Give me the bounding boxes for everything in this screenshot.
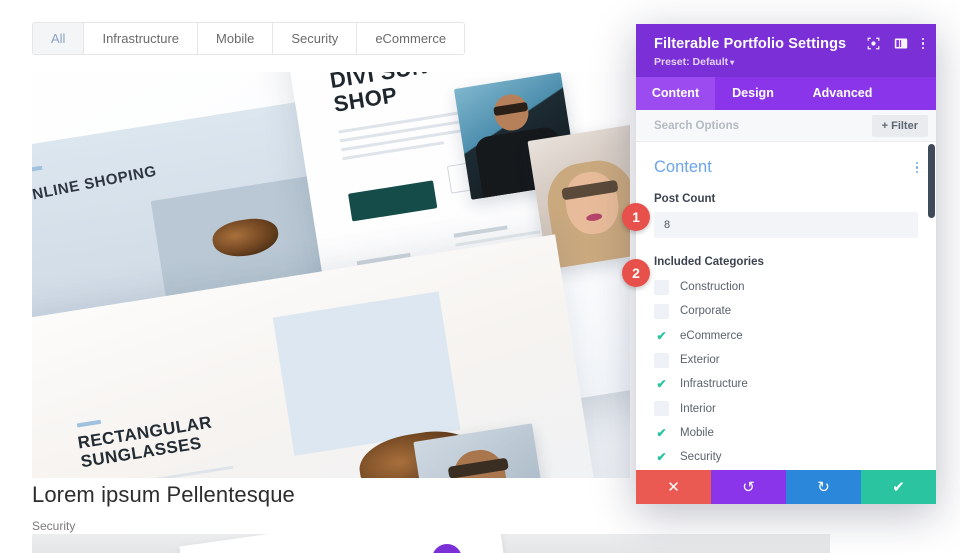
content-panel: Content Post Count Included Categories C… (636, 142, 936, 470)
search-options-row: + Filter (636, 110, 936, 142)
category-label: eCommerce (680, 329, 743, 342)
mockup-paragraph (85, 465, 237, 478)
filterable-portfolio-settings-modal: Filterable Portfolio Settings Preset: De… (636, 24, 936, 504)
post-category[interactable]: Security (32, 519, 75, 533)
post-count-label: Post Count (654, 193, 716, 205)
mockup-primary-button (348, 180, 438, 222)
checkbox-checked-icon[interactable]: ✔ (654, 425, 669, 440)
section-title: Content (654, 158, 712, 176)
category-row-interior[interactable]: Interior (654, 396, 918, 420)
checkbox-checked-icon[interactable]: ✔ (654, 377, 669, 392)
portfolio-featured-image[interactable]: ONLINE SHOPING DIVI SUNGLASSES SHOP (32, 72, 630, 478)
checkbox-unchecked-icon[interactable] (654, 303, 669, 319)
preset-selector[interactable]: Preset: Default ▾ (654, 56, 922, 68)
undo-button[interactable]: ↺ (711, 470, 786, 504)
category-checkbox-list: Construction Corporate ✔ eCommerce Exter… (654, 275, 918, 469)
callout-badge-1: 1 (622, 203, 650, 231)
filter-tab-infrastructure[interactable]: Infrastructure (84, 23, 199, 54)
category-row-exterior[interactable]: Exterior (654, 348, 918, 372)
content-section-header: Content (654, 158, 918, 177)
category-row-construction[interactable]: Construction (654, 275, 918, 299)
category-row-security[interactable]: ✔ Security (654, 445, 918, 469)
checkbox-checked-icon[interactable]: ✔ (654, 328, 669, 343)
category-label: Exterior (680, 354, 720, 367)
callout-badge-2: 2 (622, 259, 650, 287)
included-categories-field: Included Categories Construction Corpora… (654, 256, 918, 469)
target-icon[interactable] (867, 37, 880, 50)
category-label: Interior (680, 402, 716, 415)
filter-tab-mobile[interactable]: Mobile (198, 23, 274, 54)
portfolio-filter-tabs: All Infrastructure Mobile Security eComm… (32, 22, 466, 55)
cancel-button[interactable]: ✕ (636, 470, 711, 504)
checkbox-unchecked-icon[interactable] (654, 352, 669, 368)
category-label: Construction (680, 281, 745, 294)
preset-label: Preset: Default (654, 56, 729, 68)
category-row-mobile[interactable]: ✔ Mobile (654, 421, 918, 445)
tab-advanced[interactable]: Advanced (791, 77, 894, 110)
modal-tabs: Content Design Advanced (636, 77, 936, 110)
post-count-input[interactable] (654, 212, 918, 238)
filter-tab-all[interactable]: All (33, 23, 85, 54)
section-more-vertical-icon[interactable] (915, 161, 918, 174)
checkbox-unchecked-icon[interactable] (654, 401, 669, 417)
search-options-input[interactable] (654, 119, 834, 132)
modal-body: Content Post Count Included Categories C… (636, 142, 936, 470)
category-label: Security (680, 451, 722, 464)
next-portfolio-item-preview (32, 534, 830, 553)
category-row-ecommerce[interactable]: ✔ eCommerce (654, 324, 918, 348)
modal-header-icons (867, 37, 924, 50)
tab-content[interactable]: Content (636, 77, 715, 110)
included-categories-label: Included Categories (654, 256, 764, 268)
checkbox-unchecked-icon[interactable] (654, 279, 669, 295)
checkbox-checked-icon[interactable]: ✔ (654, 450, 669, 465)
category-row-infrastructure[interactable]: ✔ Infrastructure (654, 372, 918, 396)
mockup-kicker (76, 419, 102, 428)
post-count-field: Post Count (654, 193, 918, 238)
category-label: Infrastructure (680, 378, 748, 391)
category-label: Mobile (680, 426, 714, 439)
chevron-down-icon: ▾ (730, 58, 735, 67)
redo-button[interactable]: ↻ (786, 470, 861, 504)
layout-panel-icon[interactable] (894, 37, 908, 50)
tab-design[interactable]: Design (715, 77, 791, 110)
more-vertical-icon[interactable] (921, 37, 924, 50)
modal-scrollbar-thumb[interactable] (928, 144, 935, 218)
filter-tab-security[interactable]: Security (273, 23, 358, 54)
modal-footer: ✕ ↺ ↻ ✔ (636, 470, 936, 504)
post-title[interactable]: Lorem ipsum Pellentesque (32, 482, 295, 508)
modal-header: Filterable Portfolio Settings Preset: De… (636, 24, 936, 77)
category-row-corporate[interactable]: Corporate (654, 299, 918, 323)
category-label: Corporate (680, 305, 732, 318)
save-button[interactable]: ✔ (861, 470, 936, 504)
modal-scrollbar-track[interactable] (927, 142, 936, 470)
filter-tab-ecommerce[interactable]: eCommerce (357, 23, 465, 54)
filter-button[interactable]: + Filter (871, 114, 928, 137)
